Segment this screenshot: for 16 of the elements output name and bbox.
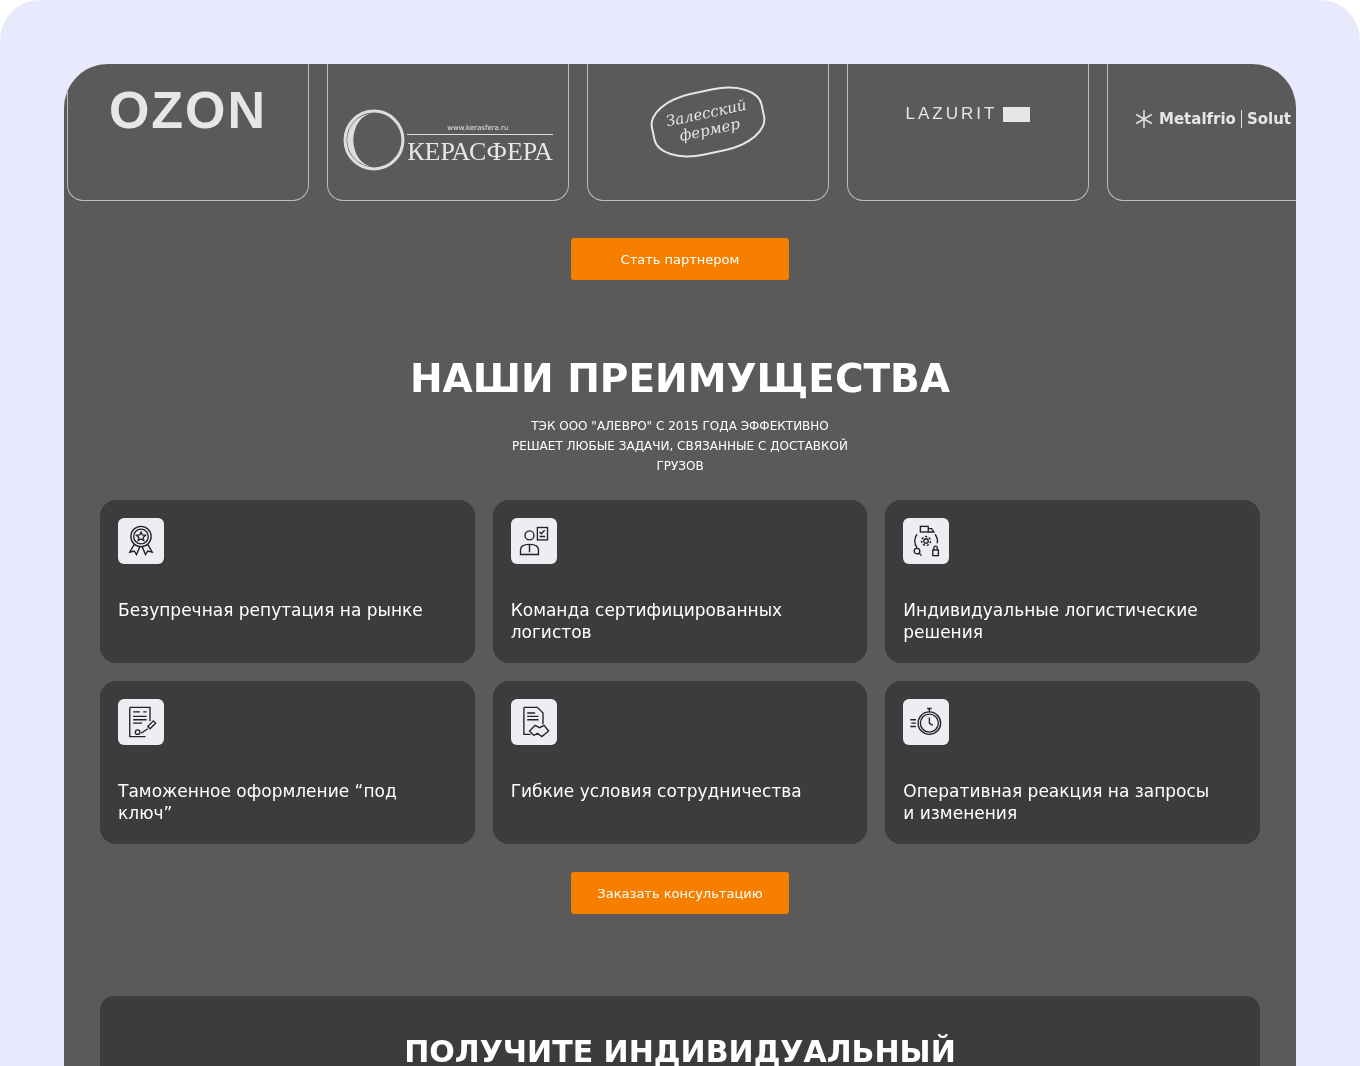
advantage-text: Оперативная реакция на запросы и изменения [903,780,1211,824]
section-subtitle: ТЭК ООО "АЛЕВРО" С 2015 ГОДА ЭФФЕКТИВНО РЕШАЕТ ЛЮБЫЕ ЗАДАЧИ, СВЯЗАННЫЕ С ДОСТАВКОЙ ГРУЗОВ [510,418,850,475]
partner-logo: LAZURIT [905,104,998,124]
partner-button[interactable]: Стать партнером [571,238,789,280]
partner-logo: OZON [108,82,268,141]
partner-logo: Metalfrio [1159,110,1236,128]
advantage-text: Индивидуальные логистические решения [903,599,1199,643]
partner-logo: Solut [1240,110,1291,128]
advantage-text: Команда сертифицированных логистов [510,599,784,643]
section-title: НАШИ ПРЕИМУЩЕСТВА [408,356,952,402]
advantage-text: Гибкие условия сотрудничества [510,780,803,803]
advantage-text: Безупречная репутация на рынке [118,599,424,622]
consultation-button[interactable]: Заказать консультацию [571,872,789,914]
offer-title: ПОЛУЧИТЕ ИНДИВИДУАЛЬНЫЙ [404,1034,956,1066]
advantage-text: Таможенное оформление “под ключ” [118,780,398,824]
partner-logo: КЕРАСФЕРА [407,136,553,167]
